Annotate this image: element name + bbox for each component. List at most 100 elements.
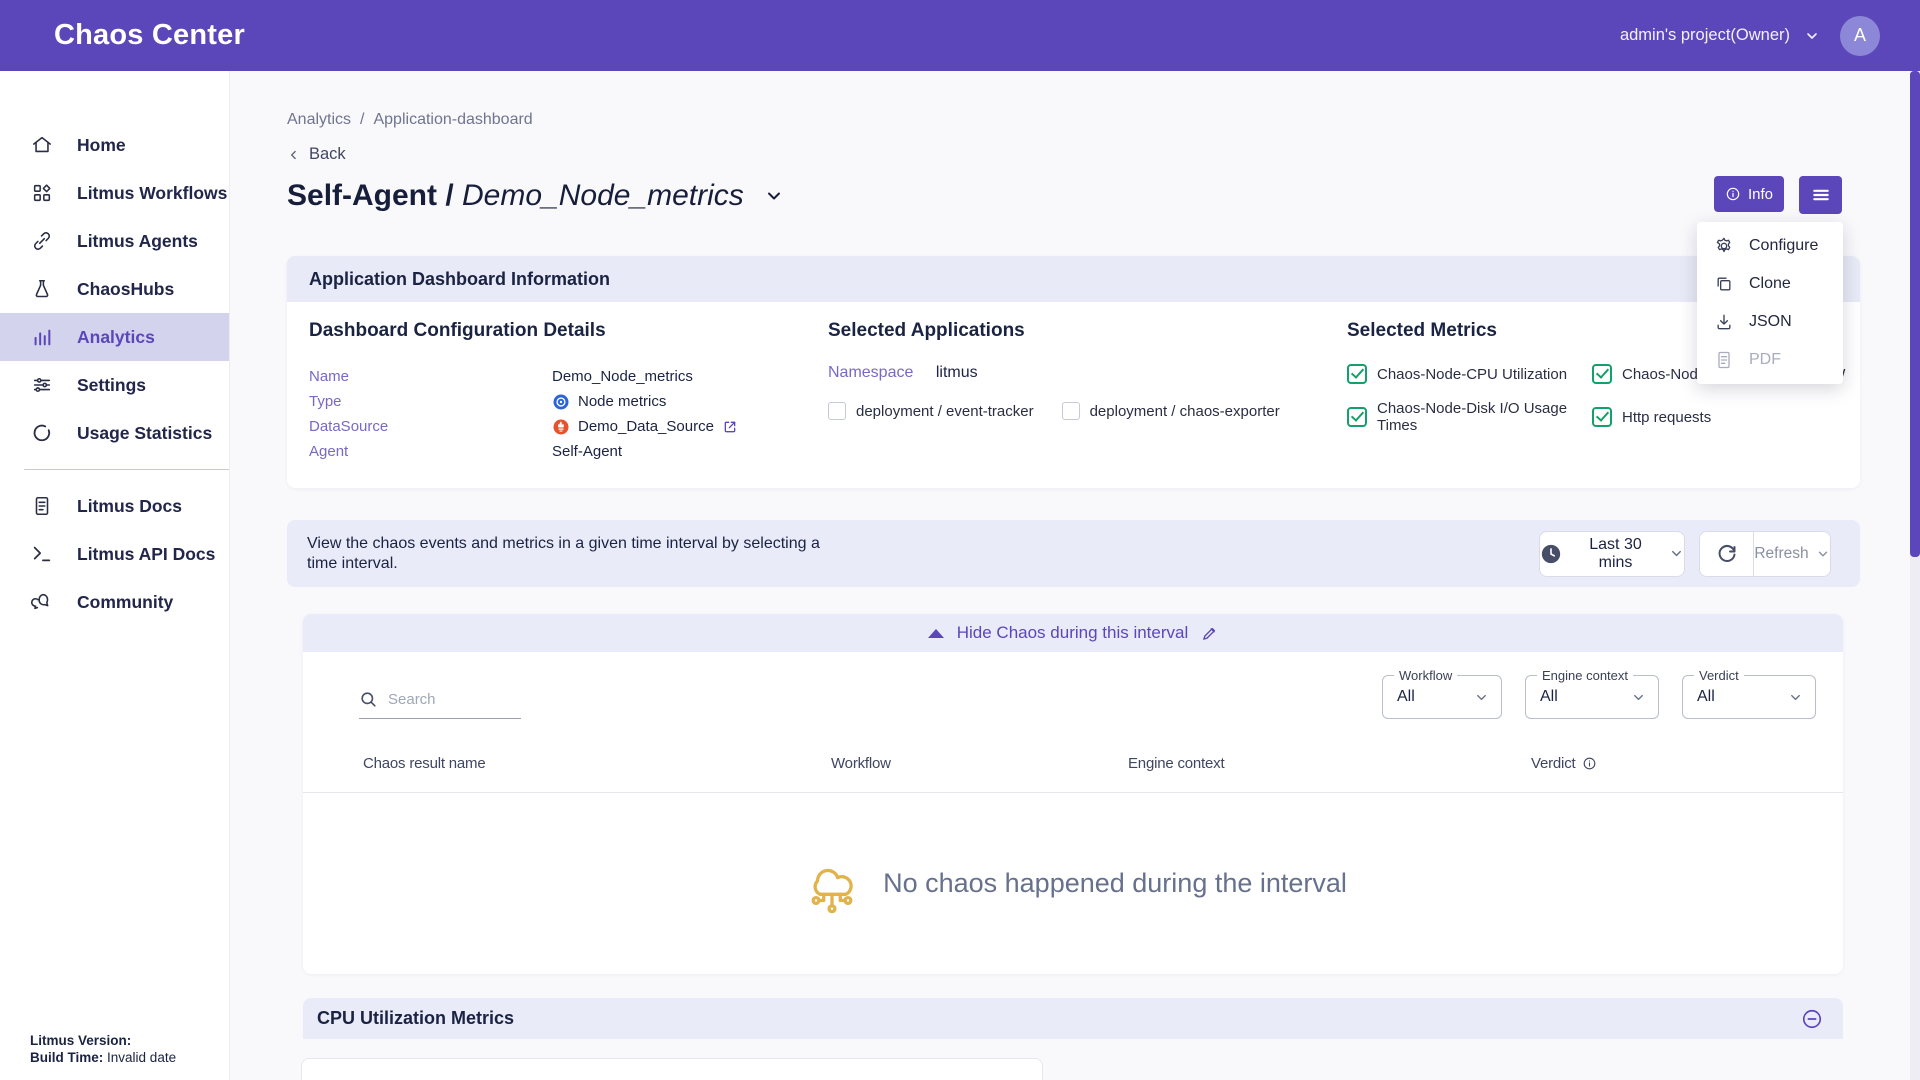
verdict-filter-select[interactable]: Verdict All — [1682, 675, 1816, 719]
filter-label: Verdict — [1694, 668, 1744, 683]
chevron-down-icon — [1669, 546, 1684, 561]
metric-checkbox-disk-io-times[interactable]: Chaos-Node-Disk I/O Usage Times — [1347, 400, 1592, 434]
datasource-link[interactable]: Demo_Data_Source — [552, 414, 738, 439]
refresh-interval-select[interactable]: Refresh — [1754, 532, 1830, 576]
filter-label: Engine context — [1537, 668, 1633, 683]
caret-up-icon — [928, 629, 944, 638]
refresh-button[interactable] — [1700, 532, 1754, 576]
sidebar-item-label: Litmus Workflows — [77, 183, 227, 204]
search-icon — [359, 690, 378, 709]
menu-item-label: Configure — [1749, 237, 1818, 255]
checkbox-label: Chaos-Node-CPU Utilization — [1377, 366, 1567, 383]
dashboard-switch-chevron-icon[interactable] — [764, 186, 784, 206]
node-metrics-icon — [552, 393, 570, 411]
sidebar-item-analytics[interactable]: Analytics — [0, 313, 229, 361]
menu-item-configure[interactable]: Configure — [1697, 227, 1843, 265]
sidebar-item-label: Litmus API Docs — [77, 544, 215, 565]
config-row-name: Name Demo_Node_metrics — [309, 364, 738, 389]
empty-state-message: No chaos happened during the interval — [883, 868, 1347, 899]
main-content: Analytics / Application-dashboard Back S… — [230, 71, 1920, 1080]
sidebar-item-litmus-docs[interactable]: Litmus Docs — [0, 482, 229, 530]
info-icon — [1725, 186, 1741, 202]
terminal-icon — [31, 543, 53, 565]
workflows-icon — [31, 182, 53, 204]
sidebar-item-chaoshubs[interactable]: ChaosHubs — [0, 265, 229, 313]
info-button[interactable]: Info — [1714, 176, 1784, 212]
column-engine-context: Engine context — [1128, 755, 1531, 772]
search-input[interactable] — [388, 691, 508, 708]
chaos-center-app: Chaos Center admin's project(Owner) A Ho… — [0, 0, 1920, 1080]
verdict-info-icon[interactable] — [1582, 756, 1597, 771]
namespace-label: Namespace — [828, 364, 913, 381]
back-button[interactable]: Back — [287, 145, 1860, 164]
column-workflow: Workflow — [831, 755, 1128, 772]
pdf-file-icon — [1714, 350, 1734, 370]
menu-item-json[interactable]: JSON — [1697, 303, 1843, 341]
hide-chaos-toggle[interactable]: Hide Chaos during this interval — [303, 614, 1843, 652]
checkbox-checked[interactable] — [1592, 364, 1612, 384]
engine-context-filter-select[interactable]: Engine context All — [1525, 675, 1659, 719]
checkbox-label: deployment / chaos-exporter — [1090, 403, 1280, 420]
sidebar: Home Litmus Workflows Litmus Agents Chao… — [0, 71, 230, 1080]
breadcrumb: Analytics / Application-dashboard — [287, 111, 1860, 129]
sidebar-item-label: Settings — [77, 375, 146, 396]
external-link-icon[interactable] — [722, 419, 738, 435]
scrollbar-thumb[interactable] — [1910, 71, 1920, 557]
dashboard-configuration-section: Dashboard Configuration Details Name Dem… — [309, 320, 738, 464]
breadcrumb-separator: / — [360, 111, 364, 129]
sidebar-item-litmus-api-docs[interactable]: Litmus API Docs — [0, 530, 229, 578]
chevron-down-icon — [1474, 690, 1489, 705]
sidebar-item-community[interactable]: Community — [0, 578, 229, 626]
config-value: Self-Agent — [552, 439, 622, 464]
user-avatar[interactable]: A — [1840, 16, 1880, 56]
namespace-row: Namespace litmus — [828, 364, 1280, 382]
sidebar-item-settings[interactable]: Settings — [0, 361, 229, 409]
collapse-minus-icon[interactable] — [1801, 1008, 1823, 1030]
workflow-filter-select[interactable]: Workflow All — [1382, 675, 1502, 719]
options-dropdown-menu: Configure Clone JSON PDF — [1697, 222, 1843, 384]
breadcrumb-application-dashboard[interactable]: Application-dashboard — [373, 111, 532, 129]
build-time-value: Invalid date — [107, 1050, 176, 1065]
metric-checkbox-cpu-utilization[interactable]: Chaos-Node-CPU Utilization — [1347, 364, 1592, 384]
filter-value: All — [1397, 688, 1415, 706]
search-field[interactable] — [359, 688, 521, 719]
section-title: Dashboard Configuration Details — [309, 320, 738, 342]
sidebar-item-label: Home — [77, 135, 126, 156]
application-dashboard-info-panel: Application Dashboard Information Dashbo… — [287, 256, 1860, 488]
checkbox-label: Http requests — [1622, 409, 1711, 426]
checkbox-checked[interactable] — [1347, 407, 1367, 427]
flask-icon — [31, 278, 53, 300]
breadcrumb-analytics[interactable]: Analytics — [287, 111, 351, 129]
checkbox-checked[interactable] — [1592, 407, 1612, 427]
time-range-select[interactable]: Last 30 mins — [1539, 531, 1685, 577]
menu-item-clone[interactable]: Clone — [1697, 265, 1843, 303]
sidebar-divider — [24, 469, 229, 470]
column-chaos-result-name: Chaos result name — [363, 755, 831, 772]
cpu-chart-panel — [301, 1058, 1043, 1080]
sidebar-item-litmus-workflows[interactable]: Litmus Workflows — [0, 169, 229, 217]
document-icon — [31, 495, 53, 517]
edit-pencil-icon[interactable] — [1201, 625, 1218, 642]
cpu-utilization-panel-header: CPU Utilization Metrics — [303, 998, 1843, 1039]
checkbox-unchecked[interactable] — [1062, 402, 1080, 420]
sidebar-item-home[interactable]: Home — [0, 121, 229, 169]
metric-checkbox-http-requests[interactable]: Http requests — [1592, 400, 1845, 434]
sidebar-item-label: ChaosHubs — [77, 279, 174, 300]
checkbox-unchecked[interactable] — [828, 402, 846, 420]
avatar-letter: A — [1854, 25, 1866, 46]
chevron-down-icon — [1804, 28, 1820, 44]
sidebar-item-usage-statistics[interactable]: Usage Statistics — [0, 409, 229, 457]
config-row-type: Type Node metrics — [309, 389, 738, 414]
back-label: Back — [309, 145, 346, 164]
top-header: Chaos Center admin's project(Owner) A — [0, 0, 1920, 71]
checkbox-checked[interactable] — [1347, 364, 1367, 384]
project-selector[interactable]: admin's project(Owner) — [1620, 26, 1820, 45]
sidebar-item-label: Litmus Agents — [77, 231, 198, 252]
time-interval-section: View the chaos events and metrics in a g… — [287, 520, 1860, 587]
more-options-button[interactable] — [1799, 176, 1842, 214]
application-checkbox-chaos-exporter[interactable]: deployment / chaos-exporter — [1062, 402, 1280, 420]
sidebar-item-litmus-agents[interactable]: Litmus Agents — [0, 217, 229, 265]
application-checkbox-event-tracker[interactable]: deployment / event-tracker — [828, 402, 1034, 420]
title-dashboard-name: Demo_Node_metrics — [462, 179, 744, 212]
chevron-down-icon — [1788, 690, 1803, 705]
